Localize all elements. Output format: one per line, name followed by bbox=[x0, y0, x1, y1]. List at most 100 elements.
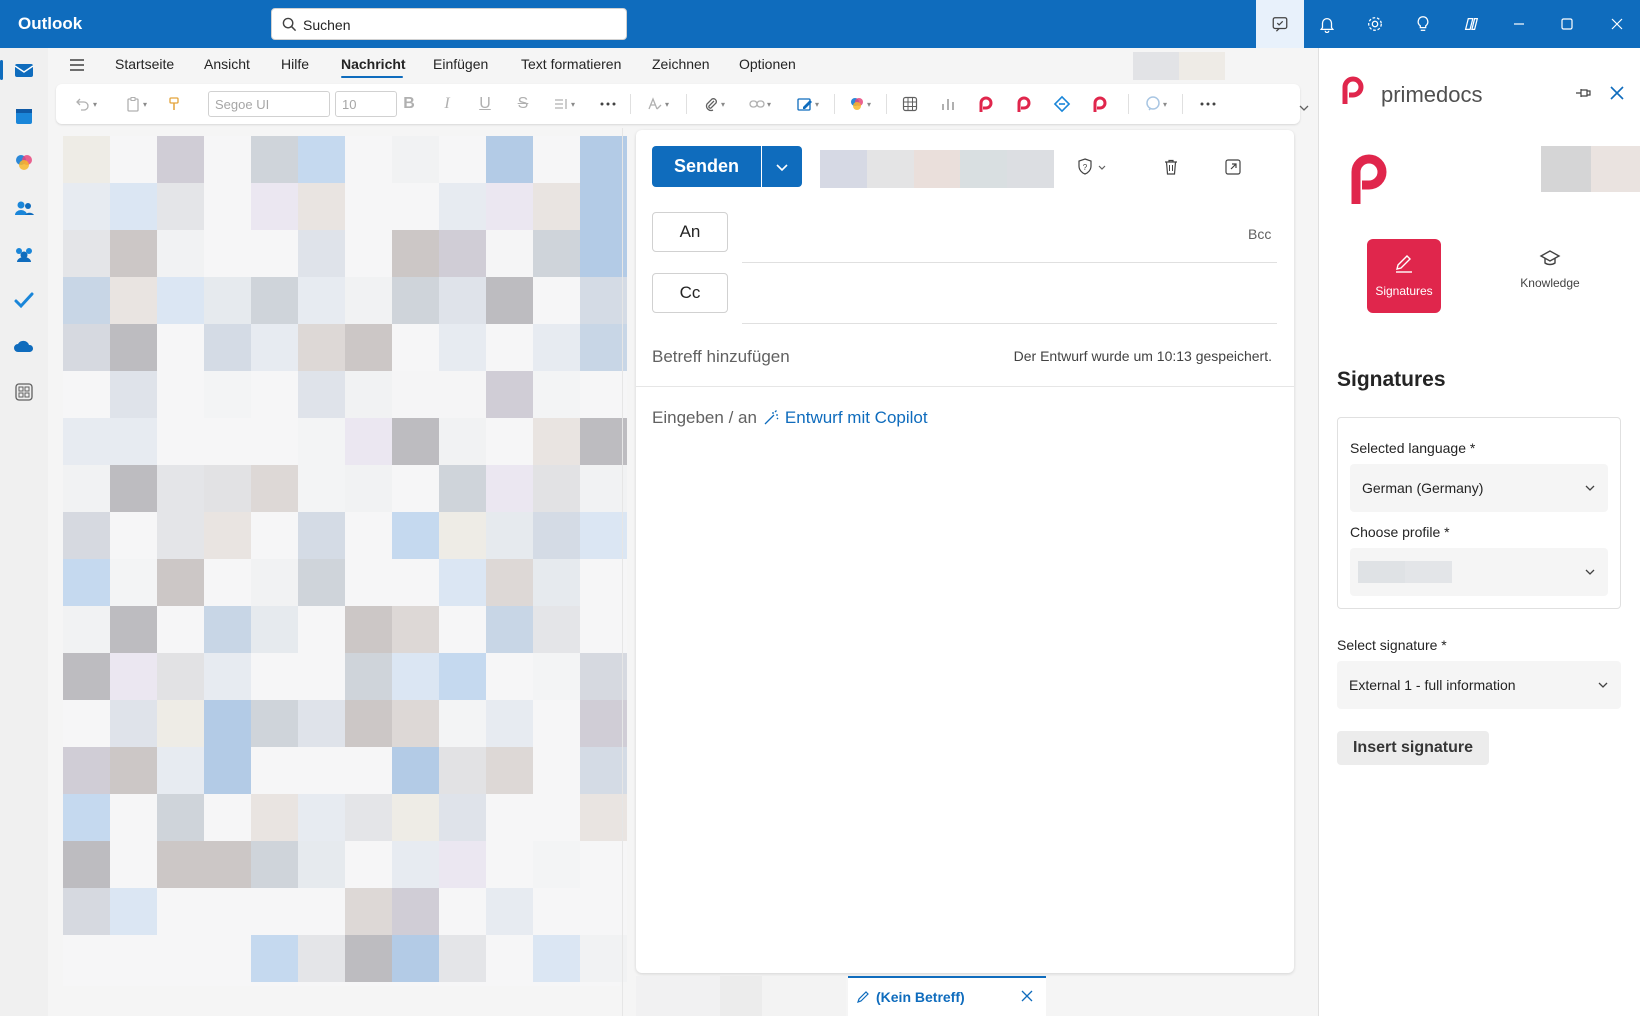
rail-mail[interactable] bbox=[8, 54, 40, 86]
signature-select[interactable]: External 1 - full information bbox=[1337, 661, 1621, 709]
format-painter-button[interactable] bbox=[162, 92, 186, 116]
redacted-pixel bbox=[204, 841, 251, 888]
pop-out-button[interactable] bbox=[1224, 158, 1242, 176]
editor-button[interactable]: ▾ bbox=[640, 92, 676, 116]
primedocs-button-1[interactable] bbox=[974, 92, 998, 116]
redacted-pixel bbox=[251, 606, 298, 653]
tab-zeichnen[interactable]: Zeichnen bbox=[652, 56, 710, 72]
to-field[interactable] bbox=[742, 262, 1277, 263]
toolbar-divider bbox=[1182, 94, 1183, 114]
cc-field[interactable] bbox=[742, 323, 1277, 324]
settings-button[interactable] bbox=[1352, 0, 1398, 48]
more-icon bbox=[600, 102, 616, 106]
minimize-button[interactable] bbox=[1496, 0, 1542, 48]
send-options-button[interactable] bbox=[762, 146, 802, 187]
nav-signatures-button[interactable]: Signatures bbox=[1367, 239, 1441, 313]
redacted-pixel bbox=[486, 183, 533, 230]
tab-startseite[interactable]: Startseite bbox=[115, 56, 174, 72]
redacted-pixel bbox=[486, 841, 533, 888]
rail-copilot[interactable] bbox=[8, 146, 40, 178]
redacted-pixel bbox=[580, 794, 627, 841]
redacted-pixel bbox=[345, 559, 392, 606]
redacted-pixel bbox=[251, 371, 298, 418]
rail-groups[interactable] bbox=[8, 238, 40, 270]
tab-hilfe[interactable]: Hilfe bbox=[281, 56, 309, 72]
strikethrough-button[interactable]: S bbox=[512, 92, 534, 116]
notifications-button[interactable] bbox=[1304, 0, 1350, 48]
subject-input[interactable]: Betreff hinzufügen bbox=[652, 347, 790, 367]
editor-icon bbox=[647, 96, 663, 112]
redacted-pixel bbox=[157, 418, 204, 465]
nav-knowledge-button[interactable]: Knowledge bbox=[1507, 248, 1593, 308]
font-name-select[interactable]: Segoe UI bbox=[208, 91, 330, 117]
rail-people[interactable] bbox=[8, 192, 40, 224]
message-body[interactable]: Eingeben / an Entwurf mit Copilot bbox=[652, 408, 928, 428]
underline-button[interactable]: U bbox=[474, 92, 496, 116]
redacted-pixel bbox=[204, 559, 251, 606]
tab-nachricht[interactable]: Nachricht bbox=[341, 56, 406, 72]
redacted-pixel bbox=[110, 183, 157, 230]
primedocs-addin-pane: primedocs Signatures Knowledge Signature… bbox=[1318, 48, 1640, 1016]
my-day-button[interactable] bbox=[1256, 0, 1304, 48]
close-pane-button[interactable] bbox=[1609, 85, 1625, 101]
more-options-button[interactable] bbox=[1196, 92, 1220, 116]
line-spacing-button[interactable]: ▾ bbox=[546, 92, 582, 116]
tab-text-formatieren[interactable]: Text formatieren bbox=[521, 56, 621, 72]
redacted-pixel bbox=[439, 935, 486, 982]
sensitivity-button[interactable]: ? bbox=[1077, 158, 1107, 176]
undo-button[interactable]: ▾ bbox=[68, 92, 104, 116]
table-button[interactable] bbox=[898, 92, 922, 116]
draft-tab[interactable]: (Kein Betreff) bbox=[848, 976, 1046, 1016]
search-box[interactable]: Suchen bbox=[271, 8, 627, 40]
more-format-button[interactable] bbox=[596, 92, 620, 116]
hamburger-menu-button[interactable] bbox=[68, 56, 86, 74]
viva-insights-button[interactable]: ▾ bbox=[1138, 92, 1174, 116]
rail-calendar[interactable] bbox=[8, 100, 40, 132]
pin-pane-button[interactable] bbox=[1575, 86, 1591, 100]
attach-button[interactable]: ▾ bbox=[696, 92, 732, 116]
redacted-pixel bbox=[345, 230, 392, 277]
redacted-pixel bbox=[63, 230, 110, 277]
link-button[interactable]: ▾ bbox=[742, 92, 778, 116]
primedocs-button-2[interactable] bbox=[1012, 92, 1036, 116]
redacted-pixel bbox=[345, 371, 392, 418]
tab-einfuegen[interactable]: Einfügen bbox=[433, 56, 488, 72]
send-button[interactable]: Senden bbox=[652, 146, 761, 187]
profile-select[interactable] bbox=[1350, 548, 1608, 596]
close-draft-tab-button[interactable] bbox=[1020, 989, 1034, 1003]
bcc-link[interactable]: Bcc bbox=[1248, 226, 1271, 242]
app-rail bbox=[0, 48, 48, 1016]
bold-button[interactable]: B bbox=[398, 92, 420, 116]
ribbon-expand-button[interactable] bbox=[1298, 102, 1310, 114]
profile-label: Choose profile * bbox=[1350, 524, 1450, 540]
tab-ansicht[interactable]: Ansicht bbox=[204, 56, 250, 72]
redacted-pixel bbox=[439, 371, 486, 418]
discard-button[interactable] bbox=[1162, 158, 1180, 176]
redacted-pixel bbox=[580, 465, 627, 512]
italic-button[interactable]: I bbox=[436, 92, 458, 116]
rail-more-apps[interactable] bbox=[8, 376, 40, 408]
chart-button[interactable] bbox=[936, 92, 960, 116]
cc-button[interactable]: Cc bbox=[652, 273, 728, 313]
redacted-area bbox=[636, 976, 846, 1016]
close-window-button[interactable] bbox=[1594, 0, 1640, 48]
redacted-pixel bbox=[392, 700, 439, 747]
signature-button[interactable]: ▾ bbox=[790, 92, 826, 116]
language-select[interactable]: German (Germany) bbox=[1350, 464, 1608, 512]
redacted-pixel bbox=[345, 183, 392, 230]
copilot-button[interactable] bbox=[1448, 0, 1494, 48]
rail-onedrive[interactable] bbox=[8, 330, 40, 362]
primedocs-button-3[interactable] bbox=[1088, 92, 1112, 116]
redacted-pixel bbox=[251, 747, 298, 794]
rail-todo[interactable] bbox=[8, 284, 40, 316]
tips-button[interactable] bbox=[1400, 0, 1446, 48]
tab-optionen[interactable]: Optionen bbox=[739, 56, 796, 72]
copilot-toolbar-button[interactable]: ▾ bbox=[842, 92, 878, 116]
addin-diamond-button[interactable] bbox=[1050, 92, 1074, 116]
maximize-button[interactable] bbox=[1544, 0, 1590, 48]
to-button[interactable]: An bbox=[652, 212, 728, 252]
font-size-select[interactable]: 10 bbox=[335, 91, 397, 117]
insert-signature-button[interactable]: Insert signature bbox=[1337, 731, 1489, 765]
copilot-draft-link[interactable]: Entwurf mit Copilot bbox=[785, 408, 928, 428]
paste-button[interactable]: ▾ bbox=[118, 92, 154, 116]
